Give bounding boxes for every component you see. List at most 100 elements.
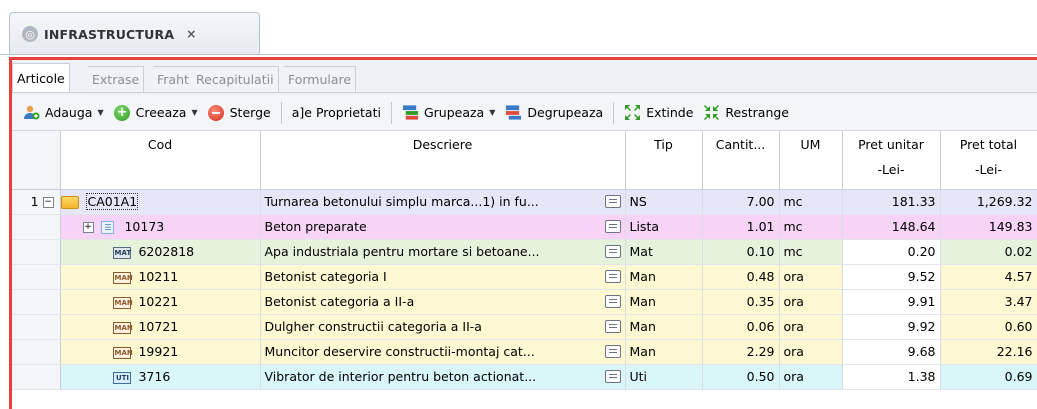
cell-pret-unitar[interactable]: 0.20 [842,239,941,265]
cell-tip[interactable]: Man [625,289,703,315]
table-row[interactable]: MAN 10211 Betonist categoria I Man 0.48 … [12,264,1037,290]
cell-descriere[interactable]: Muncitor deservire constructii-montaj ca… [260,339,626,365]
cell-pret-unitar[interactable]: 9.52 [842,264,941,290]
cell-pret-total[interactable]: 4.57 [940,264,1037,290]
table-row[interactable]: UTI 3716 Vibrator de interior pentru bet… [12,364,1037,390]
column-header-cantitate[interactable]: Cantit... [702,131,780,190]
cell-cantitate[interactable]: 7.00 [702,189,780,215]
cell-tip[interactable]: Mat [625,239,703,265]
cell-cantitate[interactable]: 2.29 [702,339,780,365]
group-button[interactable]: Grupeaza ▼ [397,100,500,126]
cell-pret-unitar[interactable]: 1.38 [842,364,941,390]
labor-icon: MAN [113,296,133,309]
cell-um[interactable]: mc [779,214,843,240]
row-header-corner [12,131,61,190]
note-icon[interactable] [604,369,621,383]
expand-toggle-icon[interactable]: + [82,222,94,233]
cell-descriere[interactable]: Dulgher constructii categoria a II-a [260,314,626,340]
column-header-um[interactable]: UM [779,131,843,190]
cell-descriere[interactable]: Beton preparate [260,214,626,240]
cell-cantitate[interactable]: 0.10 [702,239,780,265]
properties-button[interactable]: a]e Proprietati [287,100,386,126]
cell-descriere[interactable]: Turnarea betonului simplu marca...1) in … [260,189,626,215]
cell-pret-total[interactable]: 22.16 [940,339,1037,365]
cell-cantitate[interactable]: 0.06 [702,314,780,340]
note-icon[interactable] [604,294,621,308]
table-row[interactable]: MAN 10721 Dulgher constructii categoria … [12,314,1037,340]
tab-articole[interactable]: Articole [12,63,70,93]
document-tab-infrastructura[interactable]: ◎ INFRASTRUCTURA × [9,12,260,55]
create-button[interactable]: + Creeaza ▼ [109,100,203,126]
tab-recapitulatii[interactable]: Recapitulatii [192,66,279,92]
cell-um[interactable]: ora [779,364,843,390]
tab-extrase[interactable]: Extrase [88,66,145,92]
cell-descriere[interactable]: Apa industriala pentru mortare si betoan… [260,239,626,265]
cell-pret-total[interactable]: 0.69 [940,364,1037,390]
delete-button[interactable]: Sterge [203,100,276,126]
cell-cod[interactable]: UTI 3716 [60,364,261,390]
table-row[interactable]: + ☰ 10173 Beton preparate Lista 1.01 mc … [12,214,1037,240]
collapse-button[interactable]: Restrange [698,100,794,126]
cell-pret-unitar[interactable]: 148.64 [842,214,941,240]
cell-cod[interactable]: MAT 6202818 [60,239,261,265]
collapse-toggle-icon[interactable]: − [42,197,54,208]
table-row[interactable]: MAN 10221 Betonist categoria a II-a Man … [12,289,1037,315]
cell-descriere[interactable]: Betonist categoria a II-a [260,289,626,315]
note-icon[interactable] [604,194,621,208]
cell-pret-total[interactable]: 0.02 [940,239,1037,265]
tab-formulare[interactable]: Formulare [284,66,357,92]
note-icon[interactable] [604,244,621,258]
cell-cod[interactable]: MAN 10721 [60,314,261,340]
cell-pret-unitar[interactable]: 9.91 [842,289,941,315]
cell-um[interactable]: ora [779,289,843,315]
cell-pret-total[interactable]: 1,269.32 [940,189,1037,215]
note-icon[interactable] [604,344,621,358]
expand-button[interactable]: Extinde [619,100,698,126]
note-icon[interactable] [604,219,621,233]
cell-um[interactable]: ora [779,339,843,365]
ungroup-button[interactable]: Degrupeaza [500,100,608,126]
cell-tip[interactable]: Man [625,314,703,340]
table-row[interactable]: 1 − CA01A1 Turnarea betonului simplu mar… [12,189,1037,215]
ungroup-button-label: Degrupeaza [527,105,604,120]
toolbar-separator [280,101,282,124]
close-icon[interactable]: × [186,27,196,41]
cell-cantitate[interactable]: 0.35 [702,289,780,315]
cell-cod[interactable]: + ☰ 10173 [60,214,261,240]
cell-cod[interactable]: CA01A1 [60,189,261,215]
cell-um[interactable]: ora [779,264,843,290]
cell-cantitate[interactable]: 1.01 [702,214,780,240]
cell-tip[interactable]: Uti [625,364,703,390]
cell-descriere[interactable]: Betonist categoria I [260,264,626,290]
cell-tip[interactable]: NS [625,189,703,215]
table-row[interactable]: MAT 6202818 Apa industriala pentru morta… [12,239,1037,265]
note-icon[interactable] [604,319,621,333]
cell-um[interactable]: mc [779,189,843,215]
cell-pret-total[interactable]: 0.60 [940,314,1037,340]
cell-pret-unitar[interactable]: 9.68 [842,339,941,365]
note-icon[interactable] [604,269,621,283]
cell-descriere[interactable]: Vibrator de interior pentru beton action… [260,364,626,390]
cell-cod[interactable]: MAN 19921 [60,339,261,365]
cell-tip[interactable]: Man [625,339,703,365]
cell-cantitate[interactable]: 0.50 [702,364,780,390]
cell-pret-unitar[interactable]: 9.92 [842,314,941,340]
column-header-cod[interactable]: Cod [60,131,261,190]
cell-pret-total[interactable]: 149.83 [940,214,1037,240]
table-row[interactable]: MAN 19921 Muncitor deservire constructii… [12,339,1037,365]
cell-um[interactable]: ora [779,314,843,340]
column-header-tip[interactable]: Tip [625,131,703,190]
cell-tip[interactable]: Lista [625,214,703,240]
cell-um[interactable]: mc [779,239,843,265]
cell-pret-unitar[interactable]: 181.33 [842,189,941,215]
cell-cantitate[interactable]: 0.48 [702,264,780,290]
cell-cod[interactable]: MAN 10211 [60,264,261,290]
add-button[interactable]: Adauga ▼ [18,100,109,126]
column-header-pret-unitar[interactable]: Pret unitar -Lei- [842,131,941,190]
tab-fraht[interactable]: Fraht [153,66,194,92]
cell-tip[interactable]: Man [625,264,703,290]
column-header-descriere[interactable]: Descriere [260,131,626,190]
column-header-pret-total[interactable]: Pret total -Lei- [940,131,1037,190]
cell-pret-total[interactable]: 3.47 [940,289,1037,315]
cell-cod[interactable]: MAN 10221 [60,289,261,315]
